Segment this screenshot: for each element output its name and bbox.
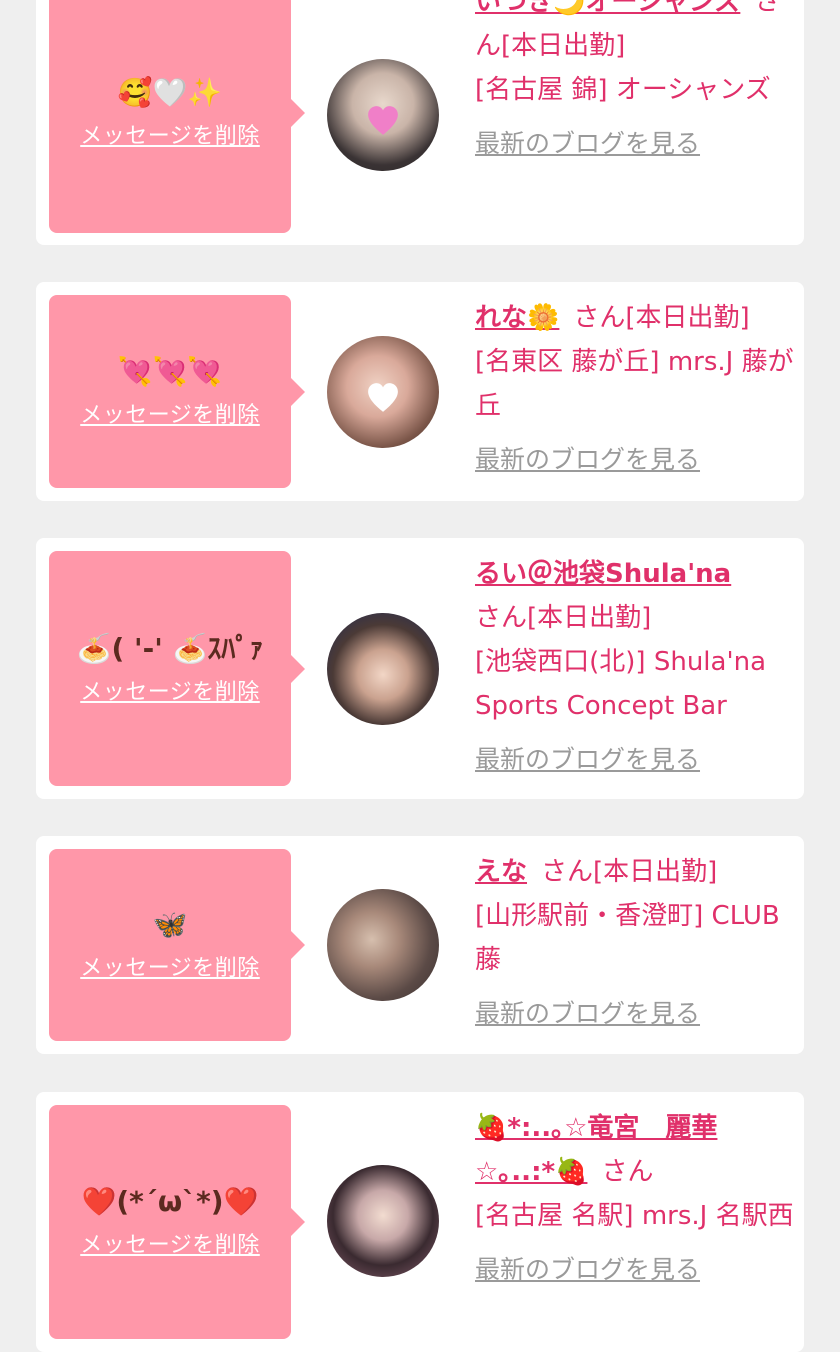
- message-text: 💘💘💘: [117, 354, 223, 388]
- message-text: ❤️(*´ω`*)❤️: [81, 1185, 259, 1218]
- cast-status: さん[本日出勤]: [541, 857, 718, 887]
- message-text: 🦋: [152, 908, 188, 941]
- avatar[interactable]: [327, 1165, 439, 1277]
- message-text: 🥰🤍✨: [117, 76, 223, 109]
- shop-location: [名古屋 錦] オーシャンズ: [475, 75, 771, 105]
- message-bubble: 💘💘💘 メッセージを削除: [49, 295, 305, 488]
- cast-info: 🍓*:..｡☆竜宮 麗華☆｡..:*🍓 さん [名古屋 名駅] mrs.J 名駅西…: [475, 1106, 795, 1292]
- latest-blog-link[interactable]: 最新のブログを見る: [475, 1248, 795, 1292]
- favorite-card: ❤️(*´ω`*)❤️ メッセージを削除 🍓*:..｡☆竜宮 麗華☆｡..:*🍓…: [36, 1092, 804, 1352]
- delete-message-link[interactable]: メッセージを削除: [80, 118, 260, 150]
- favorite-card: 🍝( '-' 🍝ｽﾊﾟｧ メッセージを削除 るい＠池袋Shula'na さん[本日…: [36, 538, 804, 799]
- latest-blog-link[interactable]: 最新のブログを見る: [475, 738, 795, 782]
- cast-name-link[interactable]: いつき🌙オーシャンズ: [475, 0, 740, 17]
- favorite-card: 🥰🤍✨ メッセージを削除 いつき🌙オーシャンズ さん[本日出勤] [名古屋 錦] …: [36, 0, 804, 245]
- avatar[interactable]: [327, 889, 439, 1001]
- delete-message-link[interactable]: メッセージを削除: [80, 674, 260, 706]
- avatar[interactable]: [327, 59, 439, 171]
- cast-name-link[interactable]: るい＠池袋Shula'na: [475, 559, 731, 589]
- message-text: 🍝( '-' 🍝ｽﾊﾟｧ: [76, 631, 264, 665]
- cast-status: さん[本日出勤]: [475, 603, 652, 633]
- cast-info: れな🌼 さん[本日出勤] [名東区 藤が丘] mrs.J 藤が丘 最新のブログを見…: [475, 296, 795, 482]
- avatar[interactable]: [327, 336, 439, 448]
- avatar[interactable]: [327, 613, 439, 725]
- message-bubble: 🥰🤍✨ メッセージを削除: [49, 0, 305, 233]
- cast-info: えな さん[本日出勤] [山形駅前・香澄町] CLUB 藤 最新のブログを見る: [475, 850, 795, 1036]
- shop-location: [山形駅前・香澄町] CLUB 藤: [475, 901, 780, 975]
- latest-blog-link[interactable]: 最新のブログを見る: [475, 992, 795, 1036]
- latest-blog-link[interactable]: 最新のブログを見る: [475, 438, 795, 482]
- delete-message-link[interactable]: メッセージを削除: [80, 950, 260, 982]
- delete-message-link[interactable]: メッセージを削除: [80, 1227, 260, 1259]
- cast-status: さん: [601, 1157, 654, 1187]
- cast-info: るい＠池袋Shula'na さん[本日出勤] [池袋西口(北)] Shula'na…: [475, 552, 795, 782]
- shop-location: [名東区 藤が丘] mrs.J 藤が丘: [475, 347, 794, 421]
- shop-location: [名古屋 名駅] mrs.J 名駅西: [475, 1201, 794, 1231]
- favorite-card: 🦋 メッセージを削除 えな さん[本日出勤] [山形駅前・香澄町] CLUB 藤 …: [36, 836, 804, 1054]
- cast-info: いつき🌙オーシャンズ さん[本日出勤] [名古屋 錦] オーシャンズ 最新のブログ…: [475, 0, 795, 166]
- message-bubble: ❤️(*´ω`*)❤️ メッセージを削除: [49, 1105, 305, 1339]
- heart-sticker-icon: [368, 105, 398, 135]
- cast-name-link[interactable]: れな🌼: [475, 303, 559, 333]
- shop-location: [池袋西口(北)] Shula'na Sports Concept Bar: [475, 647, 767, 721]
- cast-name-link[interactable]: えな: [475, 857, 527, 887]
- message-bubble: 🍝( '-' 🍝ｽﾊﾟｧ メッセージを削除: [49, 551, 305, 786]
- heart-sticker-icon: [368, 382, 398, 412]
- message-bubble: 🦋 メッセージを削除: [49, 849, 305, 1041]
- cast-status: さん[本日出勤]: [573, 303, 750, 333]
- favorite-card: 💘💘💘 メッセージを削除 れな🌼 さん[本日出勤] [名東区 藤が丘] mrs.J…: [36, 282, 804, 501]
- delete-message-link[interactable]: メッセージを削除: [80, 397, 260, 429]
- cast-name-link[interactable]: 🍓*:..｡☆竜宮 麗華☆｡..:*🍓: [475, 1113, 717, 1187]
- latest-blog-link[interactable]: 最新のブログを見る: [475, 122, 795, 166]
